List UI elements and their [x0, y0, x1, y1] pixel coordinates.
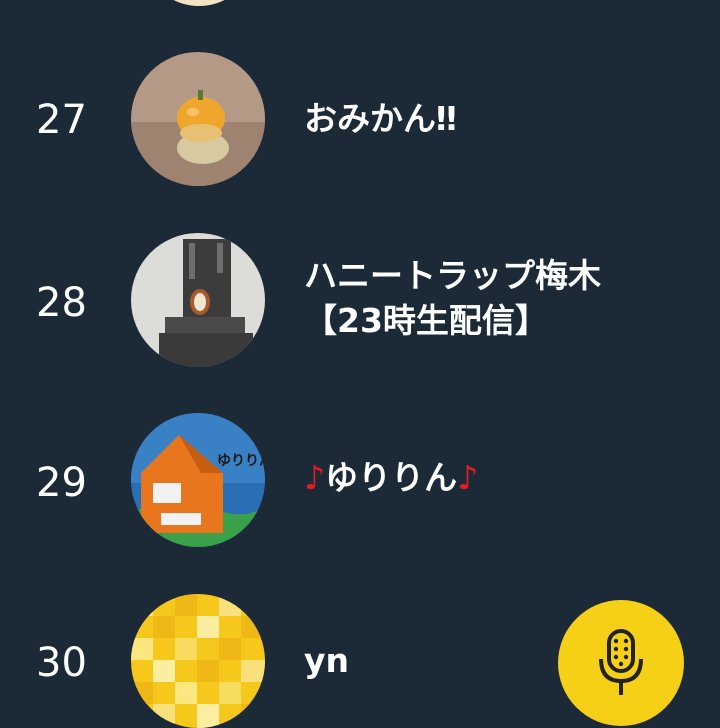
user-name: ♪ゆりりん♪	[304, 455, 684, 500]
avatar-drawing-image: ゆりりん	[131, 413, 265, 547]
svg-text:ゆりりん: ゆりりん	[217, 453, 265, 469]
list-item-29[interactable]: 29 ゆりりん ♪ゆりりん♪	[0, 413, 720, 549]
user-name: おみかん‼	[304, 99, 457, 138]
avatar-tiles-image	[131, 594, 265, 728]
user-name: ハニートラップ梅木 【23時生配信】	[304, 253, 684, 343]
avatar-yellow-tiles[interactable]	[131, 594, 265, 728]
microphone-icon	[599, 629, 643, 695]
music-note-icon: ♪	[304, 458, 326, 497]
rank-number: 29	[36, 460, 87, 506]
avatar-orange-image	[131, 52, 265, 186]
microphone-button[interactable]	[558, 600, 684, 726]
rank-number: 30	[36, 640, 87, 686]
avatar-statue[interactable]	[131, 233, 265, 367]
list-item-27[interactable]: 27 おみかん‼	[0, 52, 720, 188]
user-name-text: ゆりりん	[325, 458, 458, 497]
avatar-orange[interactable]	[131, 52, 265, 186]
rank-number: 27	[36, 97, 87, 143]
avatar-statue-image	[131, 233, 265, 367]
avatar-partial[interactable]	[155, 0, 243, 6]
user-name-line2: 【23時生配信】	[304, 301, 548, 340]
rank-number: 28	[36, 280, 87, 326]
list-item-28[interactable]: 28 ハニートラップ梅木 【23時生配信】	[0, 233, 720, 369]
music-note-icon: ♪	[457, 458, 479, 497]
avatar-drawing[interactable]: ゆりりん	[131, 413, 265, 547]
user-name-line1: ハニートラップ梅木	[304, 256, 601, 295]
